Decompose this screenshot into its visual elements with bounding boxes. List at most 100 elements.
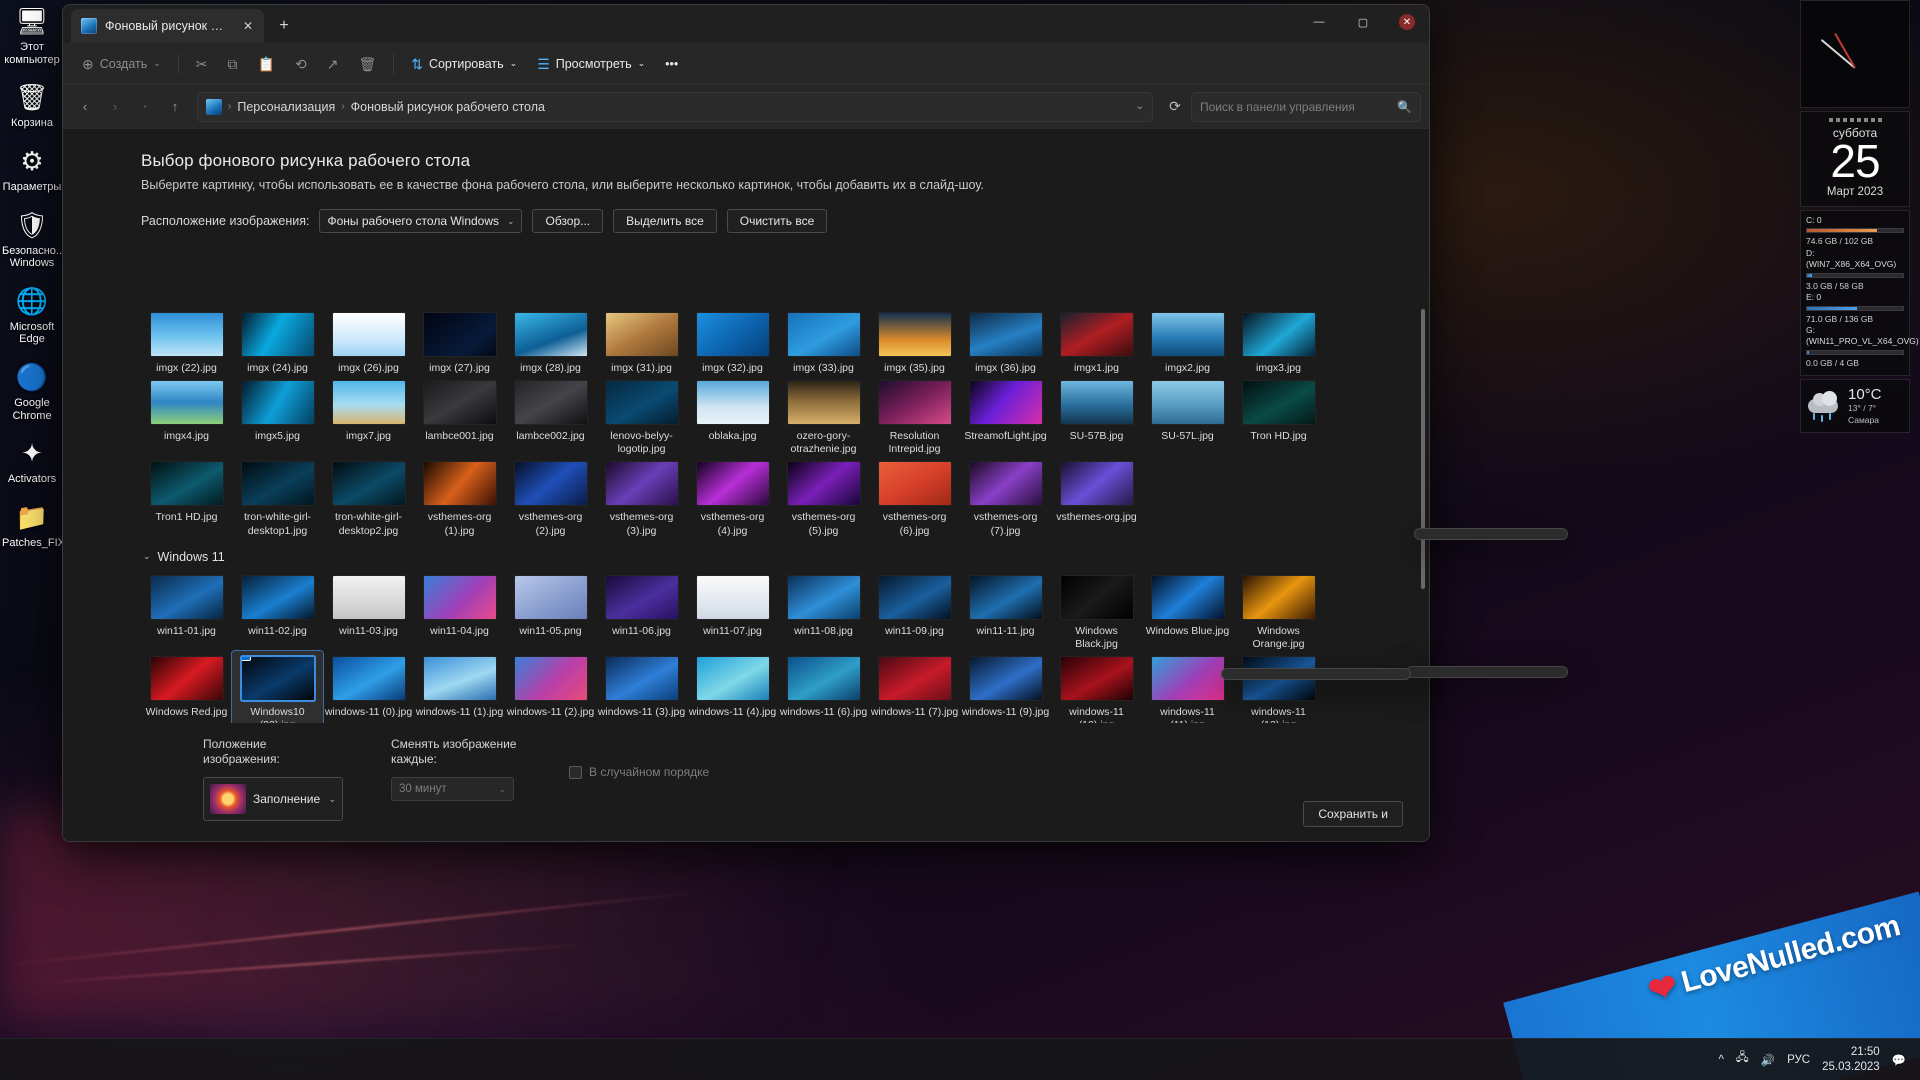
thumbnail-item[interactable]: win11-04.jpg: [414, 570, 505, 651]
minimize-button[interactable]: —: [1297, 5, 1341, 39]
taskbar-clock[interactable]: 21:50 25.03.2023: [1822, 1045, 1880, 1074]
thumbnail-item[interactable]: imgx (35).jpg: [869, 307, 960, 375]
desktop-icon-6[interactable]: ✦ Activators: [0, 436, 64, 486]
search-box[interactable]: Поиск в панели управления 🔍: [1191, 91, 1421, 122]
thumbnail-item[interactable]: lenovo-belyy-logotip.jpg: [596, 375, 687, 456]
thumbnail-item[interactable]: imgx (24).jpg: [232, 307, 323, 375]
thumbnail-item[interactable]: lambce001.jpg: [414, 375, 505, 456]
thumbnail-item[interactable]: oblaka.jpg: [687, 375, 778, 456]
thumbnail-item[interactable]: imgx5.jpg: [232, 375, 323, 456]
thumbnail-item[interactable]: imgx1.jpg: [1051, 307, 1142, 375]
up-button[interactable]: ↑: [161, 93, 189, 121]
save-button[interactable]: Сохранить и: [1303, 801, 1403, 827]
thumbnail-item[interactable]: vsthemes-org (7).jpg: [960, 456, 1051, 537]
thumbnail-item[interactable]: imgx (33).jpg: [778, 307, 869, 375]
thumbnail-item[interactable]: win11-07.jpg: [687, 570, 778, 651]
desktop-icon-1[interactable]: 🗑 Корзина: [0, 80, 64, 130]
thumbnail-item[interactable]: tron-white-girl-desktop1.jpg: [232, 456, 323, 537]
shuffle-checkbox[interactable]: В случайном порядке: [569, 765, 709, 779]
vertical-scrollbar[interactable]: [1421, 309, 1425, 589]
tray-chevron-icon[interactable]: ^: [1719, 1054, 1724, 1066]
thumbnail-item[interactable]: imgx (27).jpg: [414, 307, 505, 375]
position-select[interactable]: Заполнение ⌄: [203, 777, 343, 821]
breadcrumb-dropdown-icon[interactable]: ⌄: [1136, 101, 1144, 112]
thumbnail-item[interactable]: vsthemes-org (5).jpg: [778, 456, 869, 537]
network-icon[interactable]: 🖧: [1736, 1050, 1749, 1069]
thumbnail-item[interactable]: Windows Orange.jpg: [1233, 570, 1324, 651]
thumbnail-item[interactable]: imgx (28).jpg: [505, 307, 596, 375]
desktop-icon-4[interactable]: 🌐 Microsoft Edge: [0, 284, 64, 346]
breadcrumb[interactable]: › Персонализация › Фоновый рисунок рабоч…: [197, 91, 1153, 122]
copy-button[interactable]: ⧉: [219, 49, 247, 79]
thumbnail-item[interactable]: win11-05.png: [505, 570, 596, 651]
thumbnail-item[interactable]: imgx (22).jpg: [141, 307, 232, 375]
language-indicator[interactable]: РУС: [1787, 1054, 1810, 1066]
thumbnail-item[interactable]: SU-57L.jpg: [1142, 375, 1233, 456]
thumbnail-item[interactable]: windows-11 (0).jpg: [323, 651, 414, 723]
thumbnail-item[interactable]: ✓ Windows10 (22).jpg: [231, 649, 324, 723]
desktop-icon-0[interactable]: 🖥 Этот компьютер: [0, 4, 64, 66]
refresh-button[interactable]: ⟳: [1161, 93, 1189, 121]
thumbnail-item[interactable]: windows-11 (7).jpg: [869, 651, 960, 723]
sort-button[interactable]: ⇅ Сортировать ⌄: [402, 49, 526, 79]
thumbnail-item[interactable]: Resolution Intrepid.jpg: [869, 375, 960, 456]
more-options-button[interactable]: •••: [656, 49, 687, 79]
thumbnail-item[interactable]: win11-06.jpg: [596, 570, 687, 651]
desktop-icon-3[interactable]: 🛡 Безопасно... Windows: [0, 208, 65, 270]
thumbnail-item[interactable]: windows-11 (10).jpg: [1051, 651, 1142, 723]
thumbnail-item[interactable]: windows-11 (6).jpg: [778, 651, 869, 723]
thumbnail-item[interactable]: lambce002.jpg: [505, 375, 596, 456]
select-all-button[interactable]: Выделить все: [613, 209, 717, 233]
view-button[interactable]: ☰ Просмотреть ⌄: [528, 49, 654, 79]
share-button[interactable]: ↗: [318, 49, 348, 79]
thumbnail-item[interactable]: windows-11 (13).jpg: [1233, 651, 1324, 723]
rename-button[interactable]: ⟲: [286, 49, 316, 79]
cut-button[interactable]: ✂: [187, 49, 217, 79]
delete-button[interactable]: 🗑: [349, 49, 385, 79]
volume-icon[interactable]: 🔊: [1761, 1053, 1775, 1067]
personalization-plus-menu[interactable]: [1406, 666, 1568, 678]
tab-desktop-background[interactable]: Фоновый рисунок рабочего ✕: [71, 9, 264, 43]
thumbnail-item[interactable]: imgx (32).jpg: [687, 307, 778, 375]
back-button[interactable]: ‹: [71, 93, 99, 121]
browse-button[interactable]: Обзор...: [532, 209, 604, 233]
notifications-icon[interactable]: 💬: [1892, 1053, 1906, 1067]
thumbnail-item[interactable]: win11-09.jpg: [869, 570, 960, 651]
thumbnail-item[interactable]: vsthemes-org (4).jpg: [687, 456, 778, 537]
thumbnail-item[interactable]: vsthemes-org (1).jpg: [414, 456, 505, 537]
recent-locations-button[interactable]: •: [131, 93, 159, 121]
desktop-context-menu[interactable]: [1414, 528, 1568, 540]
thumbnail-item[interactable]: win11-11.jpg: [960, 570, 1051, 651]
interval-select[interactable]: 30 минут ⌄: [391, 777, 514, 801]
forward-button[interactable]: ›: [101, 93, 129, 121]
thumbnail-item[interactable]: vsthemes-org (3).jpg: [596, 456, 687, 537]
thumbnail-item[interactable]: imgx (31).jpg: [596, 307, 687, 375]
thumbnail-item[interactable]: vsthemes-org (2).jpg: [505, 456, 596, 537]
thumbnail-item[interactable]: ozero-gory-otrazhenie.jpg: [778, 375, 869, 456]
thumbnail-item[interactable]: Windows Blue.jpg: [1142, 570, 1233, 651]
breadcrumb-item-desktop-background[interactable]: Фоновый рисунок рабочего стола: [351, 100, 545, 114]
thumbnail-item[interactable]: windows-11 (2).jpg: [505, 651, 596, 723]
new-button[interactable]: ⊕ Создать ⌄: [73, 49, 170, 79]
group-header[interactable]: ⌄ Windows 11: [141, 538, 1324, 570]
thumbnail-item[interactable]: win11-03.jpg: [323, 570, 414, 651]
thumbnail-item[interactable]: imgx (36).jpg: [960, 307, 1051, 375]
close-tab-icon[interactable]: ✕: [238, 16, 258, 36]
thumbnail-item[interactable]: win11-08.jpg: [778, 570, 869, 651]
thumbnail-item[interactable]: SU-57B.jpg: [1051, 375, 1142, 456]
personalization-submenu[interactable]: [1221, 668, 1411, 680]
paste-button[interactable]: 📋: [249, 49, 284, 79]
location-select[interactable]: Фоны рабочего стола Windows ⌄: [319, 209, 523, 233]
desktop-icon-7[interactable]: 📁 Patches_FIX: [0, 500, 65, 550]
thumbnail-item[interactable]: win11-02.jpg: [232, 570, 323, 651]
thumbnail-item[interactable]: win11-01.jpg: [141, 570, 232, 651]
thumbnail-item[interactable]: Tron HD.jpg: [1233, 375, 1324, 456]
thumbnail-item[interactable]: tron-white-girl-desktop2.jpg: [323, 456, 414, 537]
maximize-button[interactable]: ▢: [1341, 5, 1385, 39]
thumbnail-item[interactable]: StreamofLight.jpg: [960, 375, 1051, 456]
thumbnail-item[interactable]: imgx (26).jpg: [323, 307, 414, 375]
thumbnail-item[interactable]: windows-11 (1).jpg: [414, 651, 505, 723]
thumbnail-item[interactable]: imgx7.jpg: [323, 375, 414, 456]
thumbnail-item[interactable]: windows-11 (11).jpg: [1142, 651, 1233, 723]
thumbnail-item[interactable]: vsthemes-org.jpg: [1051, 456, 1142, 537]
